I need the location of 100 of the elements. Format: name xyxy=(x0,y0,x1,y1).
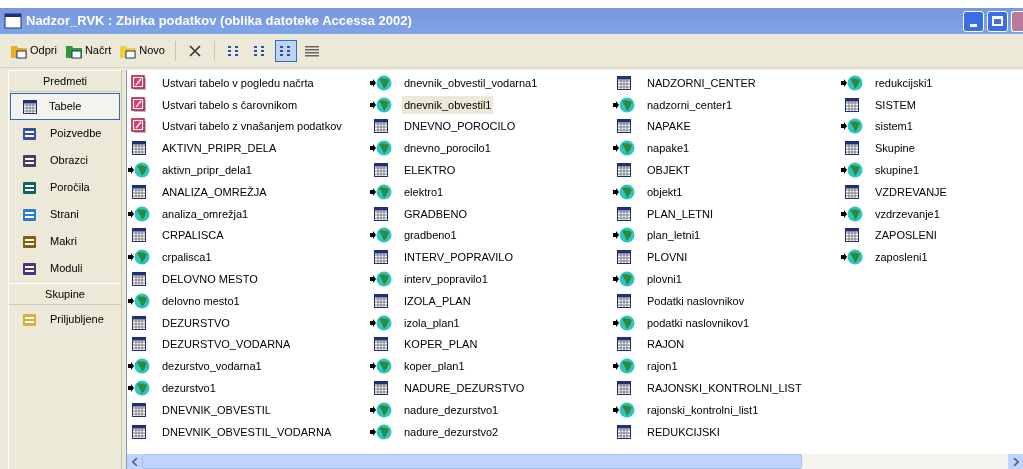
object-item[interactable]: rajonski_kontrolni_list1 xyxy=(645,400,761,419)
object-item[interactable]: CRPALISCA xyxy=(160,226,226,245)
object-item[interactable]: VZDREVANJE xyxy=(873,182,949,201)
object-item[interactable]: RAJON xyxy=(645,335,687,354)
object-item[interactable]: izola_plan1 xyxy=(402,313,462,332)
toolbar-button[interactable]: Načrt xyxy=(62,39,114,62)
object-item[interactable]: DEZURSTVO xyxy=(160,313,232,332)
window-title: Nadzor_RVK : Zbirka podatkov (oblika datoteke Accessa 2002) xyxy=(26,12,412,31)
object-item[interactable]: NADZORNI_CENTER xyxy=(645,73,758,92)
globe-arrow-icon xyxy=(370,74,392,91)
object-item[interactable]: plovni1 xyxy=(645,270,684,289)
sidebar-item[interactable]: Poizvedbe xyxy=(9,120,121,147)
object-item[interactable]: dnevnik_obvestil1 xyxy=(402,95,494,114)
globe-arrow-icon xyxy=(128,380,150,397)
object-item[interactable]: podatki naslovnikov1 xyxy=(645,313,752,332)
globe-arrow-icon xyxy=(613,314,635,331)
object-item[interactable]: Skupine xyxy=(873,139,917,158)
object-item[interactable]: zaposleni1 xyxy=(873,248,930,267)
object-item[interactable]: NAPAKE xyxy=(645,117,693,136)
object-item[interactable]: rajon1 xyxy=(645,357,680,376)
object-item[interactable]: AKTIVN_PRIPR_DELA xyxy=(160,139,279,158)
sidebar-item[interactable]: Obrazci xyxy=(9,147,121,174)
object-item[interactable]: napake1 xyxy=(645,139,692,158)
table-icon xyxy=(374,119,388,134)
sidebar-item[interactable]: Strani xyxy=(9,201,121,228)
object-item[interactable]: DELOVNO MESTO xyxy=(160,270,260,289)
sidebar-item[interactable]: Moduli xyxy=(9,255,121,282)
scroll-right-icon[interactable] xyxy=(1008,454,1023,469)
object-item[interactable]: Podatki naslovnikov xyxy=(645,291,747,310)
horizontal-scrollbar[interactable] xyxy=(127,454,1023,469)
object-item[interactable]: crpalisca1 xyxy=(160,248,214,267)
object-item[interactable]: vzdrzevanje1 xyxy=(873,204,942,223)
object-item[interactable]: Ustvari tabelo s čarovnikom xyxy=(160,95,300,114)
toolbar-button[interactable]: Odpri xyxy=(8,39,59,62)
object-item[interactable]: IZOLA_PLAN xyxy=(402,291,473,310)
table-icon xyxy=(132,402,146,417)
globe-arrow-icon xyxy=(841,74,863,91)
object-item[interactable]: dezurstvo_vodarna1 xyxy=(160,357,264,376)
object-item[interactable]: interv_popravilo1 xyxy=(402,270,490,289)
globe-arrow-icon xyxy=(128,162,150,179)
object-item[interactable]: nadzorni_center1 xyxy=(645,95,734,114)
group-header[interactable]: Predmeti xyxy=(9,70,121,92)
object-item[interactable]: ELEKTRO xyxy=(402,161,458,180)
close-button[interactable] xyxy=(1011,10,1023,32)
object-item[interactable]: GRADBENO xyxy=(402,204,469,223)
table-icon xyxy=(132,141,146,156)
object-item[interactable]: dnevno_porocilo1 xyxy=(402,139,493,158)
object-item[interactable]: PLAN_LETNI xyxy=(645,204,716,223)
maximize-button[interactable] xyxy=(987,10,1008,32)
object-item[interactable]: PLOVNI xyxy=(645,248,690,267)
globe-arrow-icon xyxy=(128,292,150,309)
object-item[interactable]: aktivn_pripr_dela1 xyxy=(160,161,254,180)
object-item[interactable]: nadure_dezurstvo2 xyxy=(402,422,501,441)
object-item[interactable]: NADURE_DEZURSTVO xyxy=(402,379,527,398)
object-item[interactable]: elektro1 xyxy=(402,182,446,201)
object-item[interactable]: koper_plan1 xyxy=(402,357,467,376)
object-item[interactable]: KOPER_PLAN xyxy=(402,335,480,354)
object-item[interactable]: OBJEKT xyxy=(645,161,692,180)
object-item[interactable]: analiza_omrežja1 xyxy=(160,204,251,223)
object-item[interactable]: RAJONSKI_KONTROLNI_LIST xyxy=(645,379,804,398)
object-item[interactable]: Ustvari tabelo z vnašanjem podatkov xyxy=(160,117,344,136)
object-item[interactable]: skupine1 xyxy=(873,161,922,180)
favorites-icon xyxy=(22,311,38,328)
sidebar-item[interactable]: Tabele xyxy=(10,93,120,120)
sidebar-item[interactable]: Priljubljene xyxy=(9,306,121,333)
object-item[interactable]: objekt1 xyxy=(645,182,685,201)
object-item[interactable]: SISTEM xyxy=(873,95,918,114)
table-icon xyxy=(374,337,388,352)
group-header[interactable]: Skupine xyxy=(9,283,121,305)
table-icon xyxy=(617,163,631,178)
object-item[interactable]: gradbeno1 xyxy=(402,226,459,245)
toolbar-button[interactable]: Novo xyxy=(117,39,167,62)
list-view-icon[interactable] xyxy=(274,39,297,62)
sidebar-item[interactable]: Poročila xyxy=(9,174,121,201)
table-icon xyxy=(617,250,631,265)
object-item[interactable]: ZAPOSLENI xyxy=(873,226,939,245)
object-item[interactable]: dezurstvo1 xyxy=(160,379,218,398)
object-item[interactable]: REDUKCIJSKI xyxy=(645,422,722,441)
minimize-button[interactable] xyxy=(963,10,984,32)
object-item[interactable]: ANALIZA_OMREŽJA xyxy=(160,182,269,201)
modules-icon xyxy=(22,260,38,277)
object-item[interactable]: plan_letni1 xyxy=(645,226,703,245)
object-item[interactable]: redukcijski1 xyxy=(873,73,935,92)
object-item[interactable]: Ustvari tabelo v pogledu načrta xyxy=(160,73,316,92)
table-icon xyxy=(374,293,388,308)
wizard-icon xyxy=(131,96,147,113)
object-item[interactable]: DNEVNIK_OBVESTIL_VODARNA xyxy=(160,422,334,441)
sidebar-item[interactable]: Makri xyxy=(9,228,121,255)
object-item[interactable]: nadure_dezurstvo1 xyxy=(402,400,501,419)
table-icon xyxy=(617,206,631,221)
object-item[interactable]: INTERV_POPRAVILO xyxy=(402,248,516,267)
scroll-left-icon[interactable] xyxy=(127,454,142,469)
object-item[interactable]: sistem1 xyxy=(873,117,915,136)
object-item[interactable]: DNEVNO_POROCILO xyxy=(402,117,518,136)
object-item[interactable]: dnevnik_obvestil_vodarna1 xyxy=(402,73,540,92)
object-item[interactable]: DNEVNIK_OBVESTIL xyxy=(160,400,273,419)
table-icon xyxy=(374,206,388,221)
object-item[interactable]: DEZURSTVO_VODARNA xyxy=(160,335,293,354)
object-item[interactable]: delovno mesto1 xyxy=(160,291,242,310)
scroll-thumb[interactable] xyxy=(142,454,802,469)
